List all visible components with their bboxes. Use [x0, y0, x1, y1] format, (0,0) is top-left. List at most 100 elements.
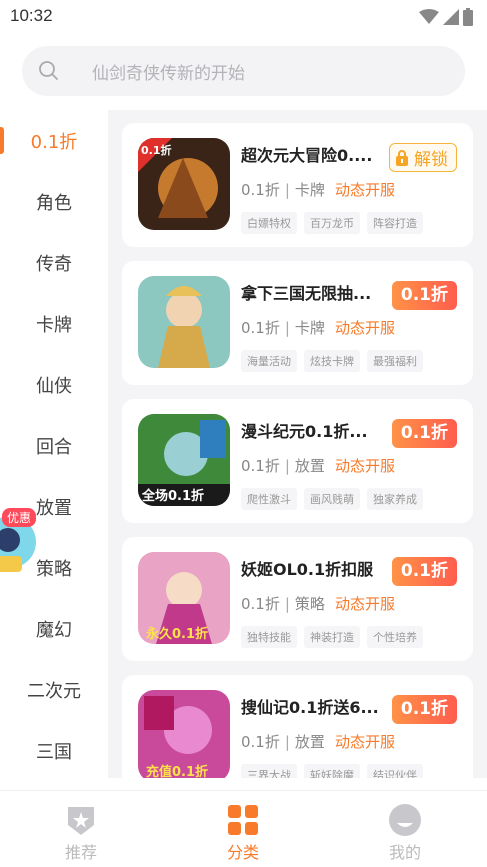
game-tag: 三界大战: [241, 764, 297, 778]
sidebar-item-card[interactable]: 卡牌: [0, 293, 108, 354]
unlock-button[interactable]: 解锁: [389, 143, 457, 172]
sidebar-item-label: 传奇: [36, 253, 72, 275]
search-bar[interactable]: 仙剑奇侠传新的开始: [22, 46, 465, 96]
sidebar-item-label: 0.1折: [30, 131, 78, 153]
tab-label: 我的: [388, 843, 421, 862]
game-server-status: 动态开服: [334, 319, 395, 337]
game-tag: 百万龙币: [304, 212, 360, 234]
game-tag: 神装打造: [304, 626, 360, 648]
game-discount: 0.1折: [241, 319, 280, 337]
lock-icon: [396, 149, 408, 166]
sidebar-item-label: 策略: [36, 558, 72, 580]
game-meta: 0.1折 | 放置 动态开服: [241, 457, 395, 475]
tab-mine[interactable]: 我的: [324, 791, 486, 867]
game-server-status: 动态开服: [334, 733, 395, 751]
sidebar-item-label: 角色: [36, 192, 72, 214]
game-genre: 卡牌: [294, 319, 325, 337]
tab-label: 推荐: [64, 843, 97, 862]
game-server-status: 动态开服: [334, 181, 395, 199]
game-tag: 画风贱萌: [304, 488, 360, 510]
status-icons: [419, 8, 473, 26]
game-card[interactable]: 拿下三国无限抽... 0.1折 | 卡牌 动态开服 海量活动 炫技卡牌 最强福利 0.…: [122, 261, 473, 385]
game-name: 超次元大冒险0....: [241, 146, 373, 165]
signal-icon: [443, 9, 459, 25]
tab-category[interactable]: 分类: [162, 791, 324, 867]
game-discount: 0.1折: [241, 457, 280, 475]
status-time: 10:32: [10, 6, 53, 25]
game-genre: 放置: [294, 457, 325, 475]
discount-button[interactable]: 0.1折: [391, 281, 457, 310]
game-name: 漫斗纪元0.1折...: [241, 422, 368, 441]
game-server-status: 动态开服: [334, 595, 395, 613]
icon-banner-label: 全场0.1折: [141, 488, 204, 504]
game-tag: 爬性激斗: [241, 488, 297, 510]
discount-button[interactable]: 0.1折: [391, 695, 457, 724]
discount-button[interactable]: 0.1折: [391, 557, 457, 586]
game-tag: 最强福利: [367, 350, 423, 372]
game-icon: 充值0.1折: [138, 690, 230, 778]
sidebar-item-legend[interactable]: 传奇: [0, 232, 108, 293]
game-card[interactable]: 0.1折 超次元大冒险0.... 0.1折 | 卡牌 动态开服 白嫖特权 百万龙币 阵…: [122, 123, 473, 247]
game-tag: 炫技卡牌: [304, 350, 360, 372]
search-placeholder: 仙剑奇侠传新的开始: [92, 64, 245, 84]
sidebar-item-role[interactable]: 角色: [0, 171, 108, 232]
game-name: 拿下三国无限抽...: [241, 284, 372, 303]
game-card[interactable]: 全场0.1折 漫斗纪元0.1折... 0.1折 | 放置 动态开服 爬性激斗 画风贱萌…: [122, 399, 473, 523]
game-tags: 独特技能 神装打造 个性培养: [241, 626, 423, 648]
active-indicator: [0, 127, 4, 154]
icon-banner-label: 永久0.1折: [145, 626, 208, 642]
game-tag: 斩妖除魔: [304, 764, 360, 778]
promo-tag: 优惠: [2, 508, 37, 527]
tab-recommend[interactable]: 推荐: [0, 791, 162, 867]
sidebar-item-fantasy[interactable]: 魔幻: [0, 598, 108, 659]
sidebar-item-label: 回合: [36, 436, 72, 458]
game-tags: 白嫖特权 百万龙币 阵容打造: [241, 212, 423, 234]
game-tag: 阵容打造: [367, 212, 423, 234]
game-tag: 独特技能: [241, 626, 297, 648]
game-list: 0.1折 超次元大冒险0.... 0.1折 | 卡牌 动态开服 白嫖特权 百万龙币 阵…: [108, 110, 487, 778]
sidebar-item-label: 卡牌: [36, 314, 72, 336]
sidebar-item-label: 三国: [36, 741, 72, 763]
floating-promo[interactable]: 优惠: [0, 504, 38, 584]
grid-icon: [228, 805, 258, 835]
game-meta: 0.1折 | 卡牌 动态开服: [241, 181, 395, 199]
game-icon: 0.1折: [138, 138, 230, 230]
game-icon: 永久0.1折: [138, 552, 230, 644]
sidebar-item-xianxia[interactable]: 仙侠: [0, 354, 108, 415]
game-tags: 海量活动 炫技卡牌 最强福利: [241, 350, 423, 372]
discount-button[interactable]: 0.1折: [391, 419, 457, 448]
game-meta: 0.1折 | 策略 动态开服: [241, 595, 395, 613]
game-server-status: 动态开服: [334, 457, 395, 475]
sidebar-item-turn-based[interactable]: 回合: [0, 415, 108, 476]
unlock-label: 解锁: [414, 150, 448, 170]
sidebar-item-label: 二次元: [27, 680, 81, 702]
game-genre: 策略: [294, 595, 325, 613]
icon-corner-label: 0.1折: [141, 143, 172, 157]
game-card[interactable]: 充值0.1折 搜仙记0.1折送6... 0.1折 | 放置 动态开服 三界大战 斩妖除…: [122, 675, 473, 778]
sidebar-item-0.1-discount[interactable]: 0.1折: [0, 110, 108, 171]
bottom-tabbar: 推荐 分类 我的: [0, 790, 487, 867]
game-discount: 0.1折: [241, 733, 280, 751]
game-genre: 放置: [294, 733, 325, 751]
profile-icon: [389, 804, 421, 836]
game-tag: 个性培养: [367, 626, 423, 648]
sidebar-item-anime[interactable]: 二次元: [0, 659, 108, 720]
shield-star-icon: [68, 807, 94, 835]
game-icon: [138, 276, 230, 368]
game-tag: 结识伙伴: [367, 764, 423, 778]
game-name: 搜仙记0.1折送6...: [241, 698, 379, 717]
search-icon: [39, 61, 58, 80]
game-tags: 爬性激斗 画风贱萌 独家养成: [241, 488, 423, 510]
sidebar-item-three-kingdoms[interactable]: 三国: [0, 720, 108, 781]
game-genre: 卡牌: [294, 181, 325, 199]
status-bar: 10:32: [0, 0, 487, 34]
game-tags: 三界大战 斩妖除魔 结识伙伴: [241, 764, 423, 778]
game-meta: 0.1折 | 放置 动态开服: [241, 733, 395, 751]
game-card[interactable]: 永久0.1折 妖姬OL0.1折扣服 0.1折 | 策略 动态开服 独特技能 神装打造 …: [122, 537, 473, 661]
battery-icon: [463, 8, 473, 26]
tab-label: 分类: [226, 843, 259, 862]
game-discount: 0.1折: [241, 181, 280, 199]
sidebar-item-label: 放置: [36, 497, 72, 519]
game-discount: 0.1折: [241, 595, 280, 613]
wifi-icon: [419, 9, 439, 24]
